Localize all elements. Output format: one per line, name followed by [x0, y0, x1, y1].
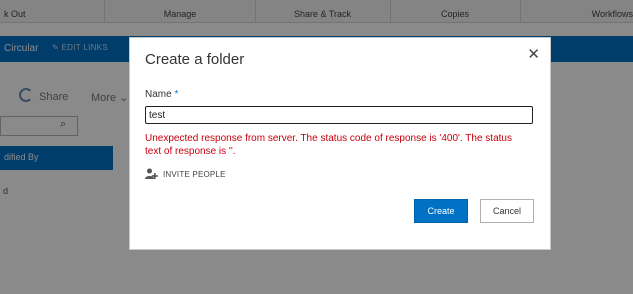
invite-people-button[interactable]: INVITE PEOPLE: [145, 167, 226, 181]
error-message: Unexpected response from server. The sta…: [145, 133, 512, 157]
dialog-title: Create a folder: [145, 51, 245, 68]
required-marker: *: [174, 89, 179, 100]
close-icon[interactable]: ✕: [527, 45, 540, 63]
create-folder-dialog: Create a folder ✕ Name * Unexpected resp…: [129, 37, 551, 250]
create-button[interactable]: Create: [414, 199, 468, 223]
folder-name-input[interactable]: [145, 106, 533, 124]
name-label-text: Name: [145, 89, 172, 100]
name-field-label: Name *: [145, 89, 178, 100]
cancel-button[interactable]: Cancel: [480, 199, 534, 223]
invite-people-label: INVITE PEOPLE: [163, 169, 226, 179]
add-person-icon: [145, 168, 158, 179]
